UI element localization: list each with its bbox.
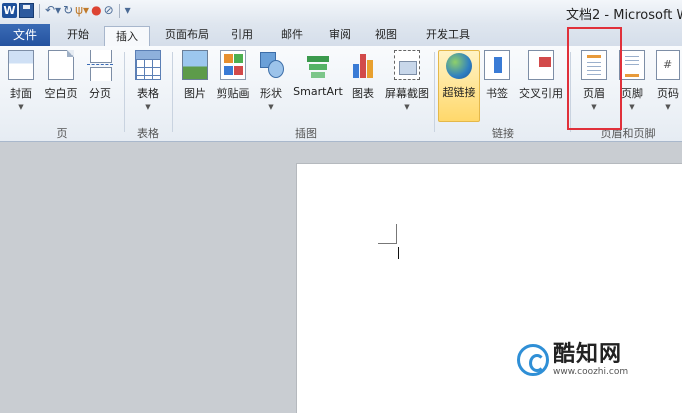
tab-review[interactable]: 审阅 xyxy=(322,24,358,46)
page-number-button[interactable]: # 页码 ▼ xyxy=(654,50,682,111)
chevron-down-icon: ▼ xyxy=(145,103,151,111)
screenshot-label: 屏幕截图 xyxy=(385,87,429,100)
cover-page-button[interactable]: 封面 ▼ xyxy=(6,50,36,111)
group-label-pages: 页 xyxy=(56,127,68,140)
blank-page-icon xyxy=(48,50,74,80)
word-logo-icon[interactable]: W xyxy=(2,3,17,18)
group-label-illustrations: 插图 xyxy=(295,127,317,140)
color-icon[interactable]: ● xyxy=(91,3,101,18)
tab-view[interactable]: 视图 xyxy=(368,24,404,46)
cross-reference-label: 交叉引用 xyxy=(519,87,563,100)
quick-access-toolbar: W ↶▾ ↻ ψ▾ ● ⊘ ▾ xyxy=(2,3,131,18)
watermark-logo-icon xyxy=(517,344,549,376)
footer-icon xyxy=(619,50,645,80)
format-painter-icon[interactable]: ψ▾ xyxy=(75,3,89,18)
cover-page-label: 封面 xyxy=(10,87,32,100)
tab-insert[interactable]: 插入 xyxy=(104,26,150,46)
screenshot-button[interactable]: 屏幕截图 ▼ xyxy=(382,50,432,111)
chevron-down-icon: ▼ xyxy=(629,103,635,111)
redo-icon[interactable]: ↻ xyxy=(63,3,73,18)
chevron-down-icon: ▼ xyxy=(268,103,274,111)
cross-reference-button[interactable]: 交叉引用 xyxy=(516,50,566,101)
chevron-down-icon: ▼ xyxy=(18,103,24,111)
qat-separator xyxy=(118,3,120,18)
chart-button[interactable]: 图表 xyxy=(348,50,378,101)
bookmark-label: 书签 xyxy=(486,87,508,100)
footer-button[interactable]: 页脚 ▼ xyxy=(618,50,646,111)
screenshot-icon xyxy=(394,50,420,80)
bookmark-icon xyxy=(484,50,510,80)
bookmark-button[interactable]: 书签 xyxy=(482,50,512,101)
page-number-icon: # xyxy=(656,50,680,80)
footer-label: 页脚 xyxy=(621,87,643,100)
blank-page-label: 空白页 xyxy=(44,87,78,100)
shapes-label: 形状 xyxy=(260,87,282,100)
chart-label: 图表 xyxy=(352,87,374,100)
undo-icon[interactable]: ↶▾ xyxy=(45,3,61,18)
smartart-button[interactable]: SmartArt xyxy=(292,50,344,98)
clip-art-icon xyxy=(220,50,246,80)
smartart-icon xyxy=(305,50,331,80)
group-separator xyxy=(124,52,125,132)
qat-separator xyxy=(39,3,40,18)
shapes-button[interactable]: 形状 ▼ xyxy=(256,50,286,111)
page-break-icon xyxy=(87,50,113,81)
picture-icon xyxy=(182,50,208,80)
group-separator xyxy=(434,52,435,132)
chart-icon xyxy=(350,50,376,80)
picture-label: 图片 xyxy=(184,87,206,100)
page-number-label: 页码 xyxy=(657,87,679,100)
table-label: 表格 xyxy=(137,87,159,100)
shapes-icon xyxy=(258,50,284,80)
page-break-button[interactable]: 分页 xyxy=(84,50,116,101)
title-bar: W ↶▾ ↻ ψ▾ ● ⊘ ▾ 文档2 - Microsoft Wo xyxy=(0,0,682,24)
page-break-label: 分页 xyxy=(89,87,111,100)
clip-art-label: 剪贴画 xyxy=(216,87,250,100)
watermark-url: www.coozhi.com xyxy=(553,367,629,377)
crop-mark-horizontal xyxy=(378,243,397,244)
group-separator xyxy=(172,52,173,132)
window-title: 文档2 - Microsoft Wo xyxy=(566,8,682,23)
smartart-label: SmartArt xyxy=(293,85,343,98)
tab-developer[interactable]: 开发工具 xyxy=(418,24,478,46)
tab-file[interactable]: 文件 xyxy=(0,24,50,46)
tab-references[interactable]: 引用 xyxy=(224,24,260,46)
save-icon[interactable] xyxy=(19,3,34,18)
group-label-tables: 表格 xyxy=(137,127,159,140)
customize-icon[interactable]: ▾ xyxy=(125,3,131,18)
tab-page-layout[interactable]: 页面布局 xyxy=(157,24,217,46)
cover-page-icon xyxy=(8,50,34,80)
group-label-links: 链接 xyxy=(492,127,514,140)
hyperlink-label: 超链接 xyxy=(442,86,476,99)
chevron-down-icon: ▼ xyxy=(404,103,410,111)
clear-format-icon[interactable]: ⊘ xyxy=(104,3,114,18)
tab-home[interactable]: 开始 xyxy=(58,24,98,46)
crop-mark-vertical xyxy=(396,224,397,243)
watermark-name: 酷知网 xyxy=(553,342,623,367)
cross-reference-icon xyxy=(528,50,554,80)
text-cursor xyxy=(398,247,399,259)
highlight-box xyxy=(567,27,622,130)
watermark: 酷知网 www.coozhi.com xyxy=(517,343,628,377)
tab-mailings[interactable]: 邮件 xyxy=(274,24,310,46)
blank-page-button[interactable]: 空白页 xyxy=(42,50,80,101)
hyperlink-button[interactable]: 超链接 xyxy=(438,50,480,122)
picture-button[interactable]: 图片 xyxy=(180,50,210,101)
hyperlink-icon xyxy=(446,53,472,79)
chevron-down-icon: ▼ xyxy=(665,103,671,111)
clip-art-button[interactable]: 剪贴画 xyxy=(214,50,252,101)
table-icon xyxy=(135,50,161,80)
table-button[interactable]: 表格 ▼ xyxy=(133,50,163,111)
